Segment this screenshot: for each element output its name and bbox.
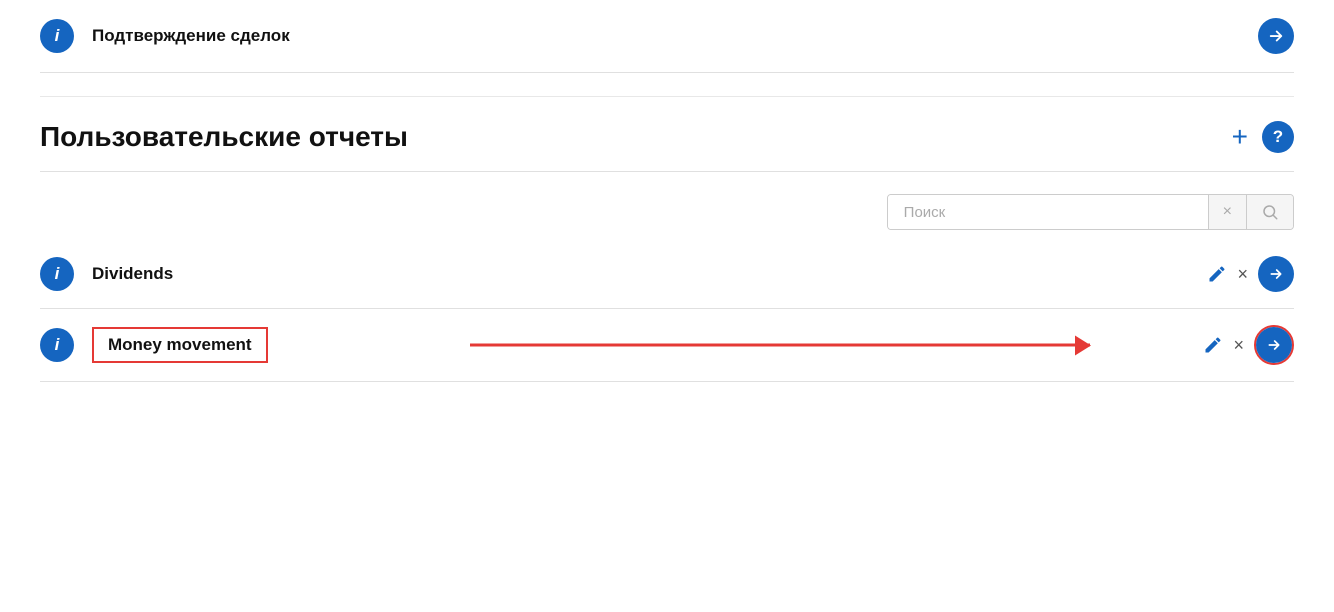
search-clear-button[interactable]: × [1208, 195, 1246, 229]
money-movement-row: i Money movement × [40, 309, 1294, 382]
top-go-button[interactable] [1258, 18, 1294, 54]
dividends-go-button[interactable] [1258, 256, 1294, 292]
money-movement-delete-button[interactable]: × [1233, 335, 1244, 356]
top-section-left: i Подтверждение сделок [40, 19, 290, 53]
section-title: Пользовательские отчеты [40, 121, 408, 153]
money-movement-info-icon[interactable]: i [40, 328, 74, 362]
dividends-row: i Dividends × [40, 240, 1294, 309]
clear-icon: × [1223, 203, 1232, 221]
top-section-title: Подтверждение сделок [92, 26, 290, 46]
dividends-edit-button[interactable] [1207, 264, 1227, 284]
pencil-icon [1203, 335, 1223, 355]
top-info-icon[interactable]: i [40, 19, 74, 53]
money-movement-label: Money movement [92, 327, 268, 363]
arrow-right-icon [1266, 337, 1282, 353]
search-row: × [40, 172, 1294, 240]
spacer [40, 73, 1294, 97]
top-section: i Подтверждение сделок [40, 0, 1294, 73]
dividends-label: Dividends [92, 264, 173, 284]
money-movement-go-button[interactable] [1256, 327, 1292, 363]
arrow-right-icon [1267, 27, 1285, 45]
search-submit-button[interactable] [1246, 195, 1293, 229]
pencil-icon [1207, 264, 1227, 284]
help-button[interactable]: ? [1262, 121, 1294, 153]
dividends-delete-button[interactable]: × [1237, 264, 1248, 285]
search-icon [1261, 203, 1279, 221]
add-report-button[interactable]: + [1232, 123, 1248, 151]
dividends-actions: × [1207, 256, 1294, 292]
red-arrow-annotation [470, 344, 1090, 347]
search-box: × [887, 194, 1294, 230]
search-input[interactable] [888, 195, 1208, 229]
section-header-actions: + ? [1232, 121, 1294, 153]
money-movement-edit-button[interactable] [1203, 335, 1223, 355]
section-header: Пользовательские отчеты + ? [40, 97, 1294, 172]
red-arrow-line [470, 344, 1090, 347]
money-movement-actions: × [1203, 325, 1294, 365]
dividends-info-icon[interactable]: i [40, 257, 74, 291]
red-arrow-head [1075, 336, 1091, 356]
money-movement-row-left: i Money movement [40, 327, 268, 363]
arrow-right-icon [1268, 266, 1284, 282]
dividends-row-left: i Dividends [40, 257, 173, 291]
money-movement-go-btn-wrapper [1254, 325, 1294, 365]
